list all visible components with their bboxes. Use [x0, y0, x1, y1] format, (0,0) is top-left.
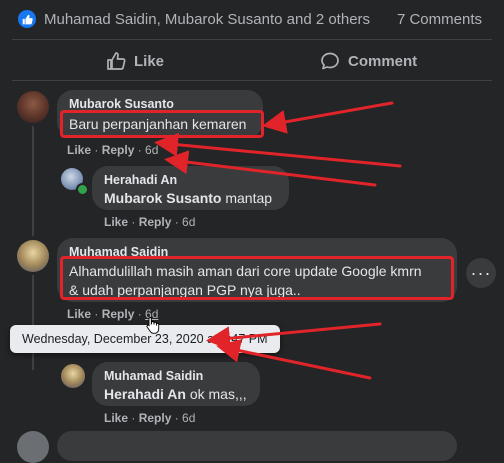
annotation-arrows — [154, 101, 402, 380]
hand-cursor-icon — [146, 317, 160, 334]
